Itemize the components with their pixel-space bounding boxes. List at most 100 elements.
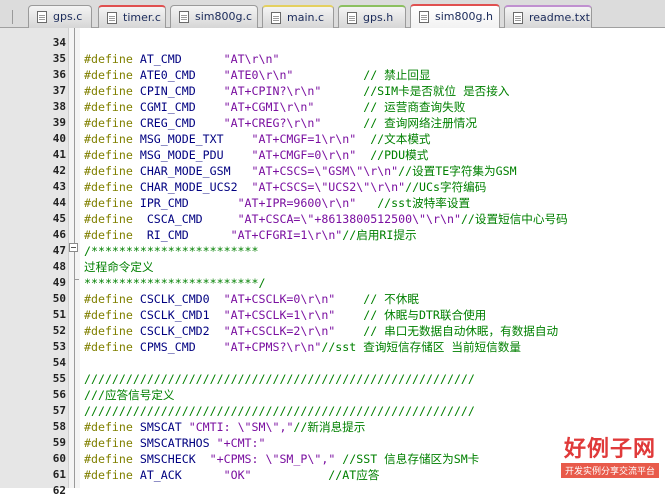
code-line: 47 /************************ bbox=[0, 243, 665, 259]
code-text[interactable]: /************************ bbox=[84, 243, 259, 259]
line-number: 48 bbox=[52, 260, 66, 273]
code-token-plain: SMSCHECK bbox=[139, 452, 210, 466]
code-text[interactable]: #define ATE0_CMD "ATE0\r\n" // 禁止回显 bbox=[84, 67, 431, 83]
code-token-cm: //新消息提示 bbox=[293, 420, 366, 434]
tab-sim800g-h[interactable]: sim800g.h bbox=[410, 4, 500, 28]
line-number: 38 bbox=[52, 100, 66, 113]
code-line: 53 #define CPMS_CMD "AT+CPMS?\r\n"//sst 查… bbox=[0, 339, 665, 355]
code-text[interactable]: #define AT_CMD "AT\r\n" bbox=[84, 51, 279, 67]
code-token-plain: ATE0_CMD bbox=[139, 68, 224, 82]
code-line: 43 #define CHAR_MODE_UCS2 "AT+CSCS=\"UCS2… bbox=[0, 179, 665, 195]
line-number: 42 bbox=[52, 164, 66, 177]
code-editor[interactable]: 34 35 #define AT_CMD "AT\r\n" 36 #define ATE… bbox=[0, 35, 665, 499]
tab-main-c[interactable]: main.c bbox=[262, 5, 334, 28]
code-token-plain: MSG_MODE_PDU bbox=[139, 148, 252, 162]
code-token-plain: CREG_CMD bbox=[139, 116, 224, 130]
code-token-kw: #define bbox=[84, 180, 140, 194]
code-line: 49 *************************/ bbox=[0, 275, 665, 291]
code-text[interactable]: 过程命令定义 bbox=[84, 259, 154, 275]
code-text[interactable]: #define SMSCHECK "+CPMS: \"SM_P\"," //SS… bbox=[84, 451, 479, 467]
code-text[interactable]: #define CSCA_CMD "AT+CSCA=\"+86138005125… bbox=[84, 211, 568, 227]
code-token-plain: CSCLK_CMD1 bbox=[139, 308, 224, 322]
code-token-str: "+CMT:" bbox=[216, 436, 266, 450]
code-text[interactable]: #define SMSCAT "CMTI: \"SM\","//新消息提示 bbox=[84, 419, 365, 435]
code-token-cm: ///应答信号定义 bbox=[84, 388, 175, 402]
code-text[interactable]: #define CSCLK_CMD2 "AT+CSCLK=2\r\n" // 串… bbox=[84, 323, 558, 339]
code-text[interactable]: #define SMSCATRHOS "+CMT:" bbox=[84, 435, 266, 451]
line-number: 41 bbox=[52, 148, 66, 161]
code-token-plain: AT_CMD bbox=[139, 52, 224, 66]
line-number: 37 bbox=[52, 84, 66, 97]
line-number: 39 bbox=[52, 116, 66, 129]
code-token-cm: //AT应答 bbox=[251, 468, 380, 482]
code-token-kw: #define bbox=[84, 196, 140, 210]
line-number: 55 bbox=[52, 372, 66, 385]
watermark-logo: 好例子网 bbox=[563, 437, 656, 462]
code-token-str: "AT+CSCS=\"UCS2\"\r\n" bbox=[251, 180, 406, 194]
code-token-cm: //SIM卡是否就位 是否接入 bbox=[321, 84, 510, 98]
code-token-cm: //启用RI提示 bbox=[342, 228, 417, 242]
code-text[interactable]: ////////////////////////////////////////… bbox=[84, 403, 475, 419]
code-line: 46 #define RI_CMD "AT+CFGRI=1\r\n"//启用RI提… bbox=[0, 227, 665, 243]
code-token-str: "AT+CSCLK=2\r\n" bbox=[223, 324, 336, 338]
code-token-str: "AT+CPMS?\r\n" bbox=[223, 340, 322, 354]
code-token-cm: ////////////////////////////////////////… bbox=[84, 404, 475, 418]
file-icon bbox=[179, 11, 189, 23]
code-token-kw: #define bbox=[84, 100, 140, 114]
code-token-str: "CMTI: \"SM\"," bbox=[188, 420, 294, 434]
code-text[interactable]: #define MSG_MODE_PDU "AT+CMGF=0\r\n" //P… bbox=[84, 147, 428, 163]
code-text[interactable]: #define CREG_CMD "AT+CREG?\r\n" // 查询网络注… bbox=[84, 115, 477, 131]
tab-readme-txt[interactable]: readme.txt bbox=[504, 5, 592, 28]
code-token-plain: CSCLK_CMD0 bbox=[139, 292, 224, 306]
code-token-cm: 过程命令定义 bbox=[84, 260, 154, 274]
code-token-plain: CSCA_CMD bbox=[139, 212, 238, 226]
code-text[interactable]: #define CSCLK_CMD1 "AT+CSCLK=1\r\n" // 休… bbox=[84, 307, 486, 323]
code-text[interactable]: #define CPMS_CMD "AT+CPMS?\r\n"//sst 查询短… bbox=[84, 339, 521, 355]
code-text[interactable]: #define RI_CMD "AT+CFGRI=1\r\n"//启用RI提示 bbox=[84, 227, 417, 243]
tab-label: gps.c bbox=[53, 10, 83, 23]
tab-label: main.c bbox=[287, 11, 325, 24]
code-line: 41 #define MSG_MODE_PDU "AT+CMGF=0\r\n" /… bbox=[0, 147, 665, 163]
code-text[interactable]: #define CPIN_CMD "AT+CPIN?\r\n" //SIM卡是否… bbox=[84, 83, 509, 99]
code-line: 54 bbox=[0, 355, 665, 371]
code-token-kw: #define bbox=[84, 148, 140, 162]
code-text[interactable]: #define CSCLK_CMD0 "AT+CSCLK=0\r\n" // 不… bbox=[84, 291, 419, 307]
code-token-cm: // 运营商查询失败 bbox=[314, 100, 466, 114]
code-line: 44 #define IPR_CMD "AT+IPR=9600\r\n" //ss… bbox=[0, 195, 665, 211]
code-text[interactable]: #define IPR_CMD "AT+IPR=9600\r\n" //sst波… bbox=[84, 195, 470, 211]
code-line: 35 #define AT_CMD "AT\r\n" bbox=[0, 51, 665, 67]
code-token-plain: SMSCATRHOS bbox=[139, 436, 217, 450]
code-text[interactable]: #define CHAR_MODE_GSM "AT+CSCS=\"GSM\"\r… bbox=[84, 163, 517, 179]
code-text[interactable]: ///应答信号定义 bbox=[84, 387, 175, 403]
line-number: 34 bbox=[52, 36, 66, 49]
code-text[interactable]: #define CGMI_CMD "AT+CGMI\r\n" // 运营商查询失… bbox=[84, 99, 465, 115]
code-line: 39 #define CREG_CMD "AT+CREG?\r\n" // 查询网… bbox=[0, 115, 665, 131]
tab-sim800g-c[interactable]: sim800g.c bbox=[170, 5, 258, 28]
code-line: 37 #define CPIN_CMD "AT+CPIN?\r\n" //SIM卡… bbox=[0, 83, 665, 99]
code-token-cm: //SST 信息存储区为SM卡 bbox=[335, 452, 480, 466]
code-token-kw: #define bbox=[84, 452, 140, 466]
code-token-cm: *************************/ bbox=[84, 276, 266, 290]
code-token-cm: //UCs字符编码 bbox=[405, 180, 487, 194]
tab-label: timer.c bbox=[123, 11, 161, 24]
code-line: 52 #define CSCLK_CMD2 "AT+CSCLK=2\r\n" //… bbox=[0, 323, 665, 339]
code-text[interactable]: ////////////////////////////////////////… bbox=[84, 371, 475, 387]
line-number: 58 bbox=[52, 420, 66, 433]
tab-gps-c[interactable]: gps.c bbox=[28, 5, 92, 28]
tab-gps-h[interactable]: gps.h bbox=[338, 5, 406, 28]
tab-timer-c[interactable]: timer.c bbox=[98, 5, 166, 28]
line-number: 43 bbox=[52, 180, 66, 193]
code-token-kw: #define bbox=[84, 468, 140, 482]
code-token-kw: #define bbox=[84, 292, 140, 306]
code-text[interactable]: #define AT_ACK "OK" //AT应答 bbox=[84, 467, 379, 483]
code-token-kw: #define bbox=[84, 228, 140, 242]
code-line: 36 #define ATE0_CMD "ATE0\r\n" // 禁止回显 bbox=[0, 67, 665, 83]
code-text[interactable]: *************************/ bbox=[84, 275, 265, 291]
line-number: 51 bbox=[52, 308, 66, 321]
code-token-str: "AT+CSCLK=1\r\n" bbox=[223, 308, 336, 322]
code-token-plain: CHAR_MODE_UCS2 bbox=[139, 180, 252, 194]
code-token-cm: //设置短信中心号码 bbox=[460, 212, 568, 226]
code-text[interactable]: #define MSG_MODE_TXT "AT+CMGF=1\r\n" //文… bbox=[84, 131, 431, 147]
code-token-str: "AT+CREG?\r\n" bbox=[223, 116, 322, 130]
code-text[interactable]: #define CHAR_MODE_UCS2 "AT+CSCS=\"UCS2\"… bbox=[84, 179, 486, 195]
